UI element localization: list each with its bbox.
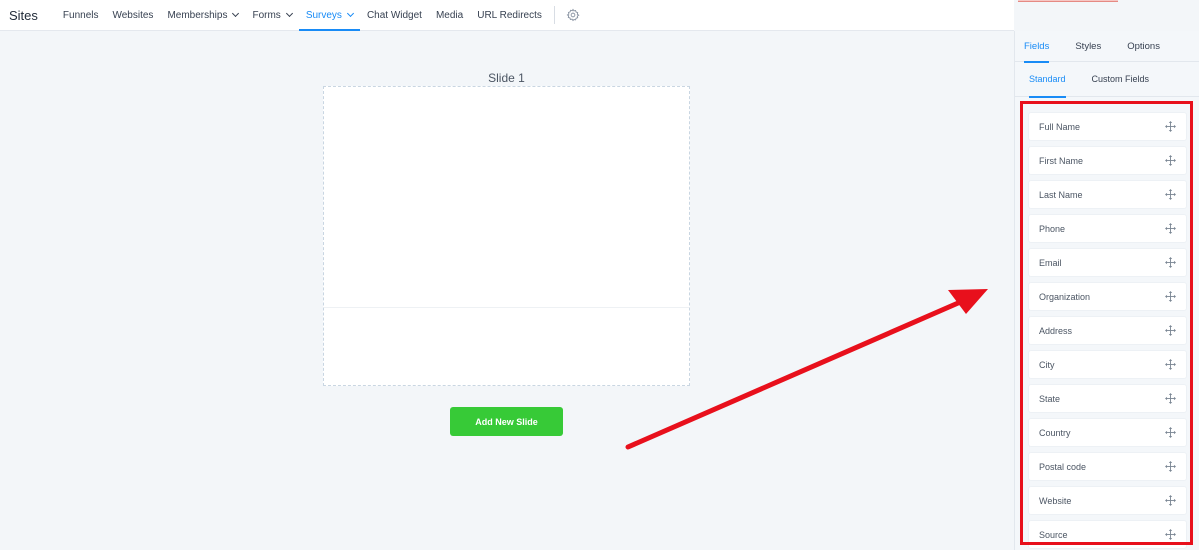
field-label: Organization	[1039, 291, 1091, 302]
move-icon[interactable]	[1165, 495, 1176, 506]
panel-subtabs: Standard Custom Fields	[1015, 62, 1199, 98]
tab-options[interactable]: Options	[1127, 31, 1160, 62]
chevron-down-icon	[346, 9, 354, 18]
field-item[interactable]: First Name	[1029, 147, 1186, 174]
move-icon[interactable]	[1165, 121, 1176, 132]
move-icon[interactable]	[1165, 257, 1176, 268]
field-label: Full Name	[1039, 121, 1081, 132]
chevron-down-icon	[232, 9, 240, 18]
field-item[interactable]: Organization	[1029, 283, 1186, 310]
field-label: City	[1039, 359, 1055, 370]
field-item[interactable]: Website	[1029, 487, 1186, 514]
move-icon[interactable]	[1165, 393, 1176, 404]
field-label: Last Name	[1039, 189, 1083, 200]
move-icon[interactable]	[1165, 461, 1176, 472]
field-list: Full Name First Name Last Name Phone Email Or…	[1029, 113, 1186, 550]
nav-chat-widget-label: Chat Widget	[366, 9, 422, 21]
nav-url-redirects-label: URL Redirects	[477, 9, 542, 21]
field-label: Address	[1039, 325, 1073, 336]
nav-surveys[interactable]: Surveys	[298, 0, 361, 31]
move-icon[interactable]	[1165, 325, 1176, 336]
move-icon[interactable]	[1165, 291, 1176, 302]
panel-tabs: Fields Styles Options	[1015, 31, 1199, 63]
slide-footer-divider	[324, 307, 689, 308]
nav-memberships-label: Memberships	[167, 9, 228, 21]
field-item[interactable]: Postal code	[1029, 453, 1186, 480]
field-label: Email	[1039, 257, 1062, 268]
tab-styles[interactable]: Styles	[1075, 31, 1101, 62]
nav-forms-label: Forms	[252, 9, 281, 21]
subtab-custom-fields[interactable]: Custom Fields	[1092, 62, 1150, 97]
tab-fields[interactable]: Fields	[1024, 31, 1050, 63]
nav-forms[interactable]: Forms	[245, 0, 298, 31]
brand-title: Sites	[9, 7, 38, 23]
nav-funnels[interactable]: Funnels	[56, 0, 106, 31]
field-item[interactable]: Last Name	[1029, 181, 1186, 208]
field-item[interactable]: State	[1029, 385, 1186, 412]
nav-url-redirects[interactable]: URL Redirects	[470, 0, 549, 31]
move-icon[interactable]	[1165, 155, 1176, 166]
nav-funnels-label: Funnels	[62, 9, 99, 21]
field-label: Source	[1039, 529, 1068, 540]
nav-chat-widget[interactable]: Chat Widget	[360, 0, 429, 31]
field-item[interactable]: Country	[1029, 419, 1186, 446]
field-label: First Name	[1039, 155, 1084, 166]
add-new-slide-button[interactable]: Add New Slide	[450, 407, 563, 436]
nav-websites-label: Websites	[112, 9, 154, 21]
move-icon[interactable]	[1165, 223, 1176, 234]
field-item[interactable]: Address	[1029, 317, 1186, 344]
move-icon[interactable]	[1165, 427, 1176, 438]
move-icon[interactable]	[1165, 529, 1176, 540]
chevron-down-icon	[285, 9, 293, 18]
nav-media-label: Media	[435, 9, 464, 21]
move-icon[interactable]	[1165, 189, 1176, 200]
field-item[interactable]: Phone	[1029, 215, 1186, 242]
field-label: Phone	[1039, 223, 1066, 234]
field-item[interactable]: City	[1029, 351, 1186, 378]
field-label: Country	[1039, 427, 1071, 438]
field-label: Website	[1039, 495, 1072, 506]
nav-memberships[interactable]: Memberships	[160, 0, 245, 31]
nav-divider	[553, 6, 555, 24]
field-item[interactable]: Full Name	[1029, 113, 1186, 140]
field-label: State	[1039, 393, 1061, 404]
field-panel: Fields Styles Options Standard Custom Fi…	[1014, 31, 1199, 550]
cropped-element	[1018, 0, 1118, 2]
slide-dropzone[interactable]	[323, 86, 690, 386]
slide-title: Slide 1	[488, 71, 525, 85]
nav-surveys-label: Surveys	[305, 9, 342, 21]
subtab-standard[interactable]: Standard	[1029, 62, 1066, 98]
nav-websites[interactable]: Websites	[105, 0, 160, 31]
gear-icon[interactable]	[566, 8, 580, 22]
top-nav: Sites Funnels Websites Memberships Forms…	[0, 0, 1014, 31]
nav-media[interactable]: Media	[429, 0, 470, 31]
move-icon[interactable]	[1165, 359, 1176, 370]
field-label: Postal code	[1039, 461, 1087, 472]
field-item[interactable]: Source	[1029, 521, 1186, 548]
field-item[interactable]: Email	[1029, 249, 1186, 276]
